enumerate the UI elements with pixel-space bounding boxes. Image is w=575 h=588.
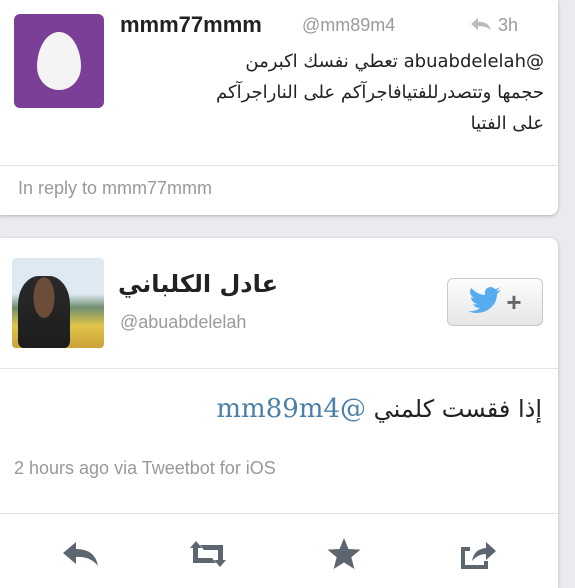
reply-text-line-1: @abuabdelelah تعطي نفسك اكبرمن (245, 51, 544, 72)
reply-icon (63, 542, 98, 566)
avatar-person-figure (18, 276, 70, 348)
retweet-button[interactable] (186, 534, 230, 574)
favorite-button[interactable] (322, 534, 366, 574)
divider (0, 165, 558, 166)
main-tweet-card: عادل الكلباني @abuabdelelah + إذا فقست ك… (0, 238, 558, 588)
follow-button[interactable]: + (447, 278, 543, 326)
reply-text-line-2: حجمها وتتصدرللفتيافاجرآكم على الناراجرآك… (216, 82, 544, 103)
reply-timestamp: 3h (470, 15, 518, 36)
reply-author-name[interactable]: mmm77mmm (120, 12, 262, 38)
main-author-handle: @abuabdelelah (120, 312, 247, 332)
retweet-icon (190, 541, 226, 567)
main-author-name[interactable]: عادل الكلباني (118, 270, 278, 298)
reply-text-line-3: على الفتيا (470, 113, 544, 134)
reply-tweet-text: @abuabdelelah تعطي نفسك اكبرمن حجمها وتت… (112, 46, 544, 139)
reply-tweet-card[interactable]: mmm77mmm @mm89m4 3h @abuabdelelah تعطي ن… (0, 0, 558, 215)
avatar[interactable] (12, 258, 104, 348)
divider (0, 368, 558, 369)
tweet-meta: 2 hours ago via Tweetbot for iOS (14, 458, 276, 478)
main-tweet-text: إذا فقست كلمني @mm89m4 (216, 394, 542, 424)
mention-link[interactable]: @mm89m4 (216, 394, 366, 424)
reply-time-text: 3h (497, 15, 518, 35)
reply-author-handle: @mm89m4 (302, 15, 396, 35)
twitter-bird-icon (468, 286, 502, 318)
reply-arrow-icon (470, 15, 492, 36)
divider (0, 513, 558, 514)
tweet-body: إذا فقست كلمني (373, 395, 542, 423)
in-reply-to-link[interactable]: In reply to mmm77mmm (18, 178, 212, 199)
tweet-action-bar (0, 534, 558, 574)
default-egg-avatar[interactable] (14, 14, 104, 108)
share-icon (461, 542, 496, 569)
share-button[interactable] (456, 534, 500, 574)
plus-icon: + (506, 287, 522, 317)
reply-button[interactable] (58, 534, 102, 574)
egg-icon (37, 32, 81, 90)
star-icon (327, 538, 361, 569)
